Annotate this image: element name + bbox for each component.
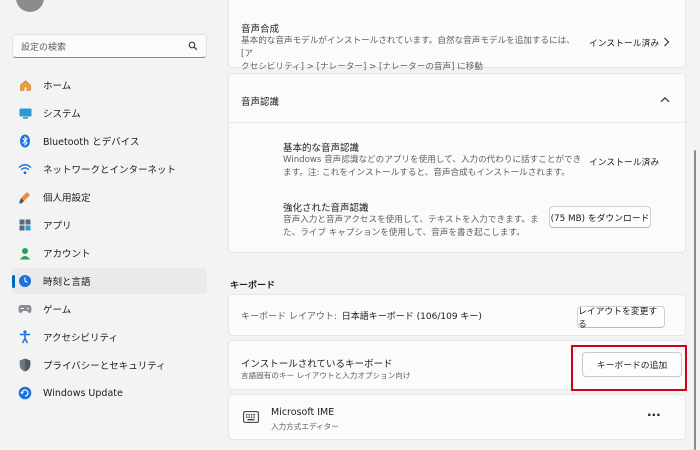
sidebar: 設定の検索 ホーム システム Bluetooth とデバイス ネットワークとイン…: [0, 0, 222, 450]
change-layout-button[interactable]: レイアウトを変更する: [577, 306, 665, 330]
sidebar-item-label: ホーム: [43, 81, 72, 92]
installed-keyboards-title: インストールされているキーボード: [241, 359, 393, 370]
download-button[interactable]: (75 MB) をダウンロード: [549, 206, 651, 228]
sidebar-item-privacy[interactable]: プライバシーとセキュリティ: [12, 352, 207, 378]
highlight-box: [571, 345, 687, 391]
speech-recognition-card: 音声認識 基本的な音声認識 Windows 音声認識などのアプリを使用して、入力…: [228, 73, 687, 253]
speech-synthesis-desc-line1: 基本的な音声モデルがインストールされています。自然な音声モデルを追加するには、[…: [241, 36, 575, 59]
speech-recognition-title: 音声認識: [241, 97, 280, 108]
sidebar-item-accounts[interactable]: アカウント: [12, 240, 207, 266]
enhanced-recognition-desc-line1: 音声入力と音声アクセスを使用して、テキストを入力できます。ま: [283, 215, 539, 225]
sidebar-item-label: Windows Update: [43, 387, 123, 399]
search-icon[interactable]: [188, 41, 198, 51]
shield-icon: [18, 358, 32, 372]
speech-synthesis-title: 音声合成: [241, 24, 280, 35]
sidebar-item-label: ゲーム: [43, 305, 72, 316]
sidebar-item-label: ネットワークとインターネット: [43, 165, 177, 176]
sidebar-item-system[interactable]: システム: [12, 100, 207, 126]
sidebar-item-label: Bluetooth とデバイス: [43, 137, 140, 148]
sidebar-item-home[interactable]: ホーム: [12, 72, 207, 98]
time-language-icon: [18, 274, 32, 288]
update-icon: [18, 386, 32, 400]
system-icon: [18, 106, 32, 120]
accessibility-icon: [18, 330, 32, 344]
ime-desc: 入力方式エディター: [271, 422, 339, 431]
sidebar-item-label: 時刻と言語: [43, 277, 91, 288]
scrollbar[interactable]: [694, 150, 696, 450]
gaming-icon: [18, 302, 32, 316]
sidebar-item-label: システム: [43, 109, 81, 120]
basic-recognition-desc: Windows 音声認識などのアプリを使用して、入力の代わりに話すことができ ま…: [283, 154, 583, 180]
basic-recognition-desc-line2: ます。注: これをインストールすると、音声合成もインストールされます。: [283, 168, 570, 178]
search-input[interactable]: 設定の検索: [12, 34, 207, 58]
network-icon: [18, 162, 32, 176]
sidebar-item-label: アクセシビリティ: [43, 333, 118, 344]
home-icon: [18, 78, 32, 92]
keyboard-layout-label: キーボード レイアウト:: [241, 312, 337, 322]
basic-recognition-title: 基本的な音声認識: [283, 143, 360, 154]
sidebar-item-network[interactable]: ネットワークとインターネット: [12, 156, 207, 182]
divider: [229, 122, 687, 123]
speech-synthesis-desc: 基本的な音声モデルがインストールされています。自然な音声モデルを追加するには、[…: [241, 35, 581, 74]
account-icon: [18, 246, 32, 260]
sidebar-item-label: アプリ: [43, 221, 72, 232]
basic-recognition-desc-line1: Windows 音声認識などのアプリを使用して、入力の代わりに話すことができ: [283, 155, 582, 165]
sidebar-item-label: プライバシーとセキュリティ: [43, 361, 166, 372]
sidebar-item-personalization[interactable]: 個人用設定: [12, 184, 207, 210]
avatar[interactable]: [16, 0, 44, 12]
speech-synthesis-card[interactable]: 音声合成 基本的な音声モデルがインストールされています。自然な音声モデルを追加す…: [228, 0, 686, 72]
sidebar-item-windows-update[interactable]: Windows Update: [12, 380, 207, 406]
sidebar-item-label: 個人用設定: [43, 193, 91, 204]
basic-recognition-status: インストール済み: [589, 158, 660, 168]
installed-keyboards-desc: 言語固有のキー レイアウトと入力オプション向け: [241, 371, 411, 380]
apps-icon: [18, 218, 32, 232]
ime-row[interactable]: Microsoft IME 入力方式エディター ···: [228, 394, 686, 440]
enhanced-recognition-desc: 音声入力と音声アクセスを使用して、テキストを入力できます。ま た、ライブ キャプ…: [283, 214, 543, 240]
sidebar-item-gaming[interactable]: ゲーム: [12, 296, 207, 322]
chevron-up-icon[interactable]: [660, 96, 670, 103]
speech-synthesis-status: インストール済み: [589, 39, 660, 49]
ime-name: Microsoft IME: [271, 407, 335, 418]
enhanced-recognition-desc-line2: た、ライブ キャプションを使用して、音声を書き起こします。: [283, 228, 525, 238]
sidebar-item-bluetooth[interactable]: Bluetooth とデバイス: [12, 128, 207, 154]
sidebar-item-accessibility[interactable]: アクセシビリティ: [12, 324, 207, 350]
keyboard-icon: [243, 411, 259, 423]
search-placeholder: 設定の検索: [21, 42, 67, 53]
sidebar-item-time-language[interactable]: 時刻と言語: [12, 268, 207, 294]
more-options-icon[interactable]: ···: [647, 408, 661, 422]
brush-icon: [18, 190, 32, 204]
sidebar-item-label: アカウント: [43, 249, 91, 260]
keyboard-layout-card: キーボード レイアウト: 日本語キーボード (106/109 キー) レイアウト…: [228, 294, 686, 336]
keyboard-section-title: キーボード: [230, 281, 276, 291]
keyboard-layout-row: キーボード レイアウト: 日本語キーボード (106/109 キー): [241, 309, 482, 322]
bluetooth-icon: [18, 134, 32, 148]
chevron-right-icon[interactable]: [663, 37, 670, 47]
keyboard-layout-value: 日本語キーボード (106/109 キー): [341, 312, 482, 322]
enhanced-recognition-title: 強化された音声認識: [283, 203, 369, 214]
sidebar-item-apps[interactable]: アプリ: [12, 212, 207, 238]
